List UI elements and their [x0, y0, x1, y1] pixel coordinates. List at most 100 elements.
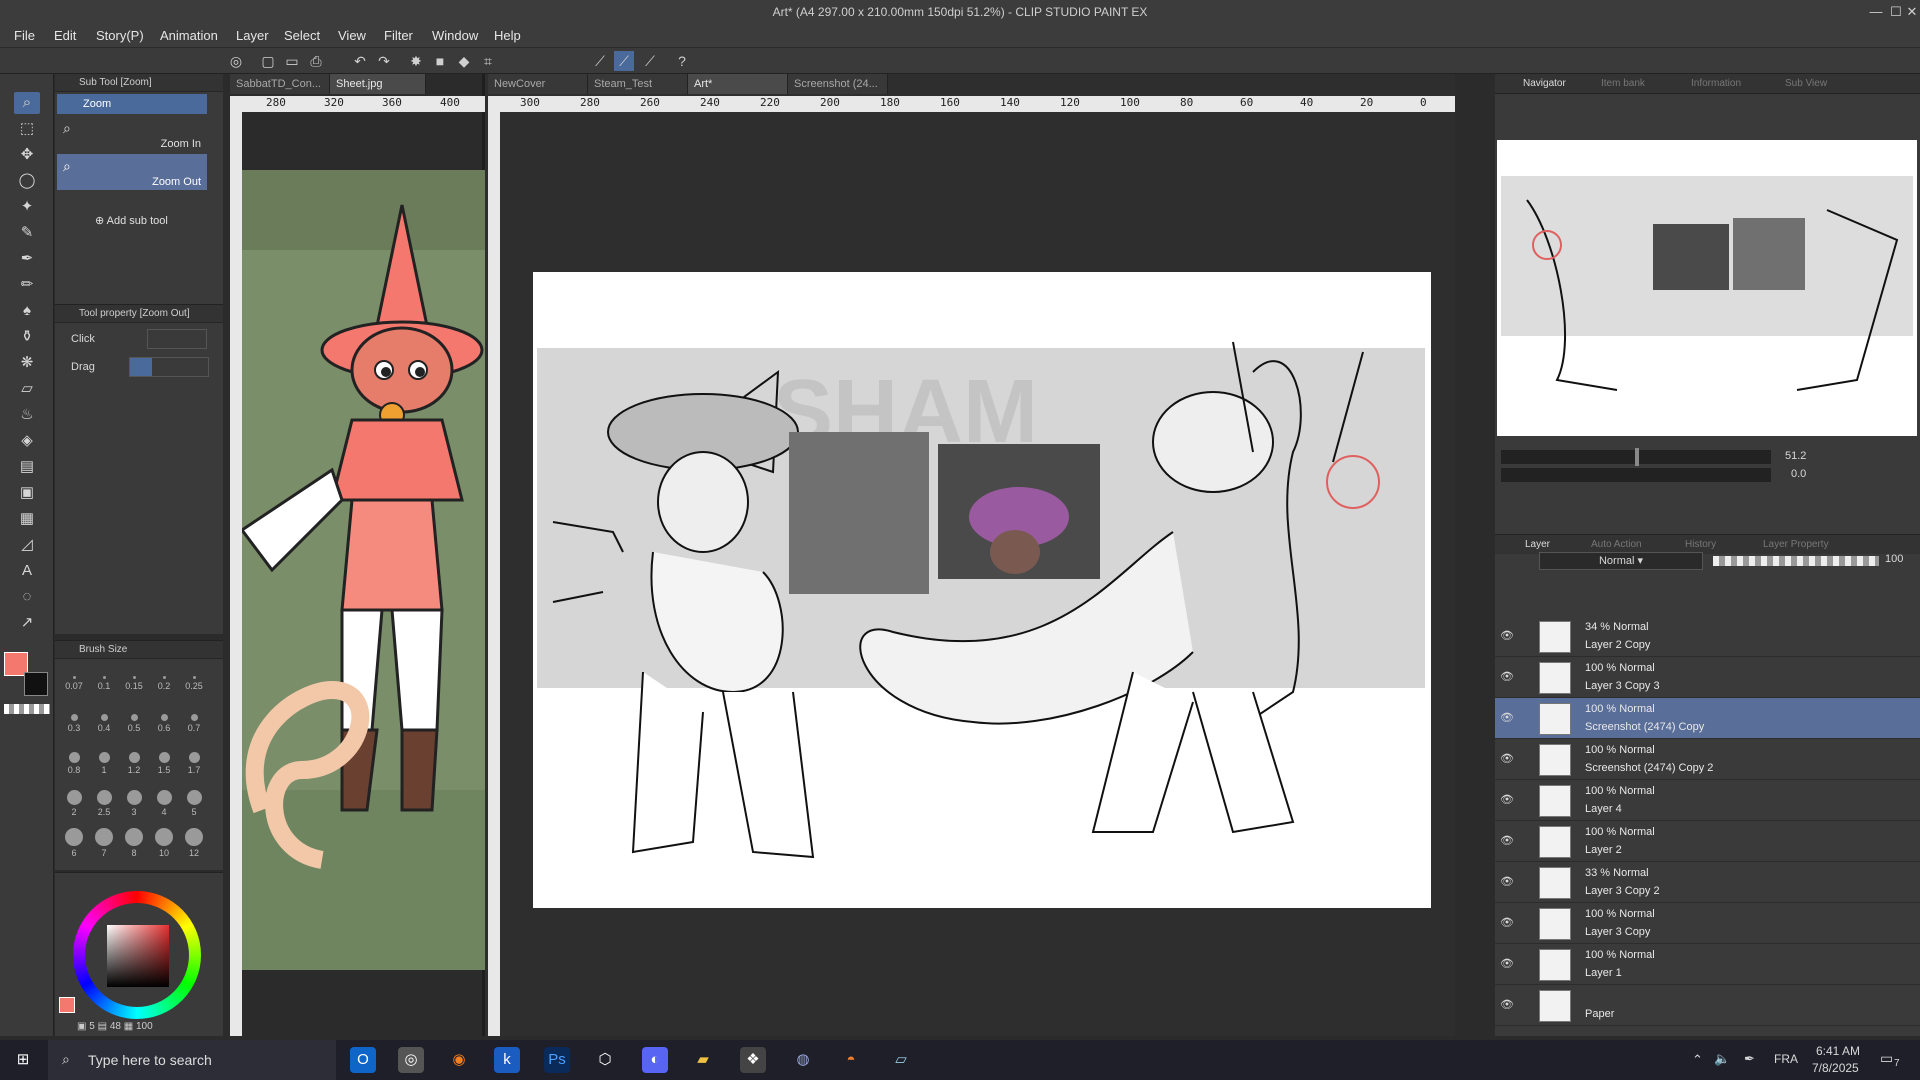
- redo-icon[interactable]: ↷: [374, 51, 394, 71]
- eyedropper-icon[interactable]: ✎: [14, 222, 40, 244]
- drag-mode-active[interactable]: [130, 358, 152, 376]
- brush-size-cell[interactable]: 3: [119, 785, 149, 825]
- menu-filter[interactable]: Filter: [384, 28, 413, 43]
- click-mode-selector[interactable]: [147, 329, 207, 349]
- layer-row[interactable]: 👁 100 % Normal Screenshot (2474) Copy: [1495, 698, 1920, 739]
- mini-main-color[interactable]: [59, 997, 75, 1013]
- gradient-icon[interactable]: ▤: [14, 456, 40, 478]
- brush-size-cell[interactable]: 4: [149, 785, 179, 825]
- visibility-eye-icon[interactable]: 👁: [1500, 752, 1514, 766]
- visibility-eye-icon[interactable]: 👁: [1500, 916, 1514, 930]
- layer-row[interactable]: 👁 Paper: [1495, 985, 1920, 1026]
- steam-icon[interactable]: ◍: [790, 1047, 816, 1073]
- art-canvas[interactable]: SHAM: [533, 272, 1431, 908]
- layer-row[interactable]: 👁 100 % Normal Layer 1: [1495, 944, 1920, 985]
- tab-item-bank[interactable]: Item bank: [1601, 78, 1645, 89]
- undo-icon[interactable]: ↶: [350, 51, 370, 71]
- tab-layer[interactable]: Layer: [1525, 539, 1550, 550]
- tab-information[interactable]: Information: [1691, 78, 1741, 89]
- fill-tool-icon[interactable]: ◈: [14, 430, 40, 452]
- transparent-color-swatch[interactable]: [4, 704, 50, 714]
- crop-icon[interactable]: ⌗: [478, 51, 498, 71]
- brush-size-cell[interactable]: 0.1: [89, 665, 119, 705]
- opacity-slider[interactable]: [1713, 556, 1879, 566]
- sub-tool-zoom-out[interactable]: ⌕ Zoom Out: [57, 154, 207, 190]
- brush-size-cell[interactable]: 6: [59, 825, 89, 865]
- visibility-eye-icon[interactable]: 👁: [1500, 998, 1514, 1012]
- balloon-icon[interactable]: ◌: [14, 586, 40, 608]
- tab-sub-view[interactable]: Sub View: [1785, 78, 1827, 89]
- selection-tool-icon[interactable]: ◯: [14, 170, 40, 192]
- layer-row[interactable]: 👁 100 % Normal Layer 3 Copy 3: [1495, 657, 1920, 698]
- transform-icon[interactable]: ◆: [454, 51, 474, 71]
- minimize-button[interactable]: —: [1866, 2, 1886, 22]
- decoration-icon[interactable]: ❋: [14, 352, 40, 374]
- text-tool-icon[interactable]: A: [14, 560, 40, 582]
- menu-file[interactable]: File: [14, 28, 35, 43]
- fill-icon[interactable]: ■: [430, 51, 450, 71]
- layer-row[interactable]: 👁 100 % Normal Layer 3 Copy: [1495, 903, 1920, 944]
- snap-grid-icon[interactable]: ⟋: [640, 51, 660, 71]
- brush-size-cell[interactable]: 0.25: [179, 665, 209, 705]
- eraser-icon[interactable]: ▱: [14, 378, 40, 400]
- brush-size-cell[interactable]: 0.6: [149, 705, 179, 745]
- clock-date[interactable]: 7/8/2025: [1812, 1061, 1859, 1075]
- pen-tool-icon[interactable]: ✒: [14, 248, 40, 270]
- visibility-eye-icon[interactable]: 👁: [1500, 875, 1514, 889]
- menu-story[interactable]: Story(P): [96, 28, 144, 43]
- sub-tool-group-zoom[interactable]: Zoom: [57, 94, 207, 114]
- outlook-icon[interactable]: O: [350, 1047, 376, 1073]
- clear-icon[interactable]: ✸: [406, 51, 426, 71]
- brush-size-cell[interactable]: 5: [179, 785, 209, 825]
- brush-size-cell[interactable]: 2: [59, 785, 89, 825]
- zoom-slider-handle[interactable]: [1635, 448, 1639, 466]
- blend-icon[interactable]: ♨: [14, 404, 40, 426]
- tray-arrow-icon[interactable]: ⌃: [1692, 1052, 1703, 1068]
- blend-mode-dropdown[interactable]: Normal ▾: [1539, 552, 1703, 570]
- brush-size-cell[interactable]: 0.4: [89, 705, 119, 745]
- move-tool-icon[interactable]: ✥: [14, 144, 40, 166]
- blender-icon[interactable]: ◉: [446, 1047, 472, 1073]
- brush-size-cell[interactable]: 8: [119, 825, 149, 865]
- rotate-slider[interactable]: [1501, 468, 1771, 482]
- figure-icon[interactable]: ▣: [14, 482, 40, 504]
- brush-size-cell[interactable]: 2.5: [89, 785, 119, 825]
- brush-tool-icon[interactable]: ♠: [14, 300, 40, 322]
- firefox-icon[interactable]: ◓: [838, 1047, 864, 1073]
- menu-layer[interactable]: Layer: [236, 28, 269, 43]
- taskbar-search[interactable]: ⌕ Type here to search: [48, 1040, 336, 1080]
- brush-size-cell[interactable]: 1.7: [179, 745, 209, 785]
- brush-size-cell[interactable]: 0.5: [119, 705, 149, 745]
- layer-row[interactable]: 👁 100 % Normal Layer 4: [1495, 780, 1920, 821]
- brush-size-cell[interactable]: 0.8: [59, 745, 89, 785]
- tab-sheet[interactable]: Sheet.jpg: [330, 74, 426, 94]
- photoshop-icon[interactable]: Ps: [544, 1047, 570, 1073]
- auto-select-icon[interactable]: ✦: [14, 196, 40, 218]
- character-sheet-canvas[interactable]: [239, 170, 485, 970]
- brush-size-cell[interactable]: 10: [149, 825, 179, 865]
- airbrush-icon[interactable]: ⚱: [14, 326, 40, 348]
- sub-color-swatch[interactable]: [24, 672, 48, 696]
- open-folder-icon[interactable]: ▭: [282, 51, 302, 71]
- snap-ruler-icon[interactable]: ⟋: [590, 51, 610, 71]
- brush-size-cell[interactable]: 1.2: [119, 745, 149, 785]
- brush-size-cell[interactable]: 1.5: [149, 745, 179, 785]
- app-icon[interactable]: ◎: [226, 51, 246, 71]
- brush-size-cell[interactable]: 0.2: [149, 665, 179, 705]
- tab-newcover[interactable]: NewCover: [488, 74, 588, 94]
- tab-navigator[interactable]: Navigator: [1523, 78, 1566, 89]
- clock-time[interactable]: 6:41 AM: [1816, 1044, 1860, 1058]
- brush-size-cell[interactable]: 0.7: [179, 705, 209, 745]
- notepad-icon[interactable]: ▱: [888, 1047, 914, 1073]
- ruler-icon[interactable]: ◿: [14, 534, 40, 556]
- visibility-eye-icon[interactable]: 👁: [1500, 957, 1514, 971]
- visibility-eye-icon[interactable]: 👁: [1500, 711, 1514, 725]
- sub-tool-zoom-in[interactable]: ⌕ Zoom In: [57, 116, 207, 152]
- brush-size-cell[interactable]: 12: [179, 825, 209, 865]
- unity-icon[interactable]: ⬡: [592, 1047, 618, 1073]
- menu-edit[interactable]: Edit: [54, 28, 76, 43]
- language-indicator[interactable]: FRA: [1774, 1052, 1798, 1066]
- brush-size-cell[interactable]: 0.15: [119, 665, 149, 705]
- tab-steam-test[interactable]: Steam_Test: [588, 74, 688, 94]
- tab-auto-action[interactable]: Auto Action: [1591, 539, 1642, 550]
